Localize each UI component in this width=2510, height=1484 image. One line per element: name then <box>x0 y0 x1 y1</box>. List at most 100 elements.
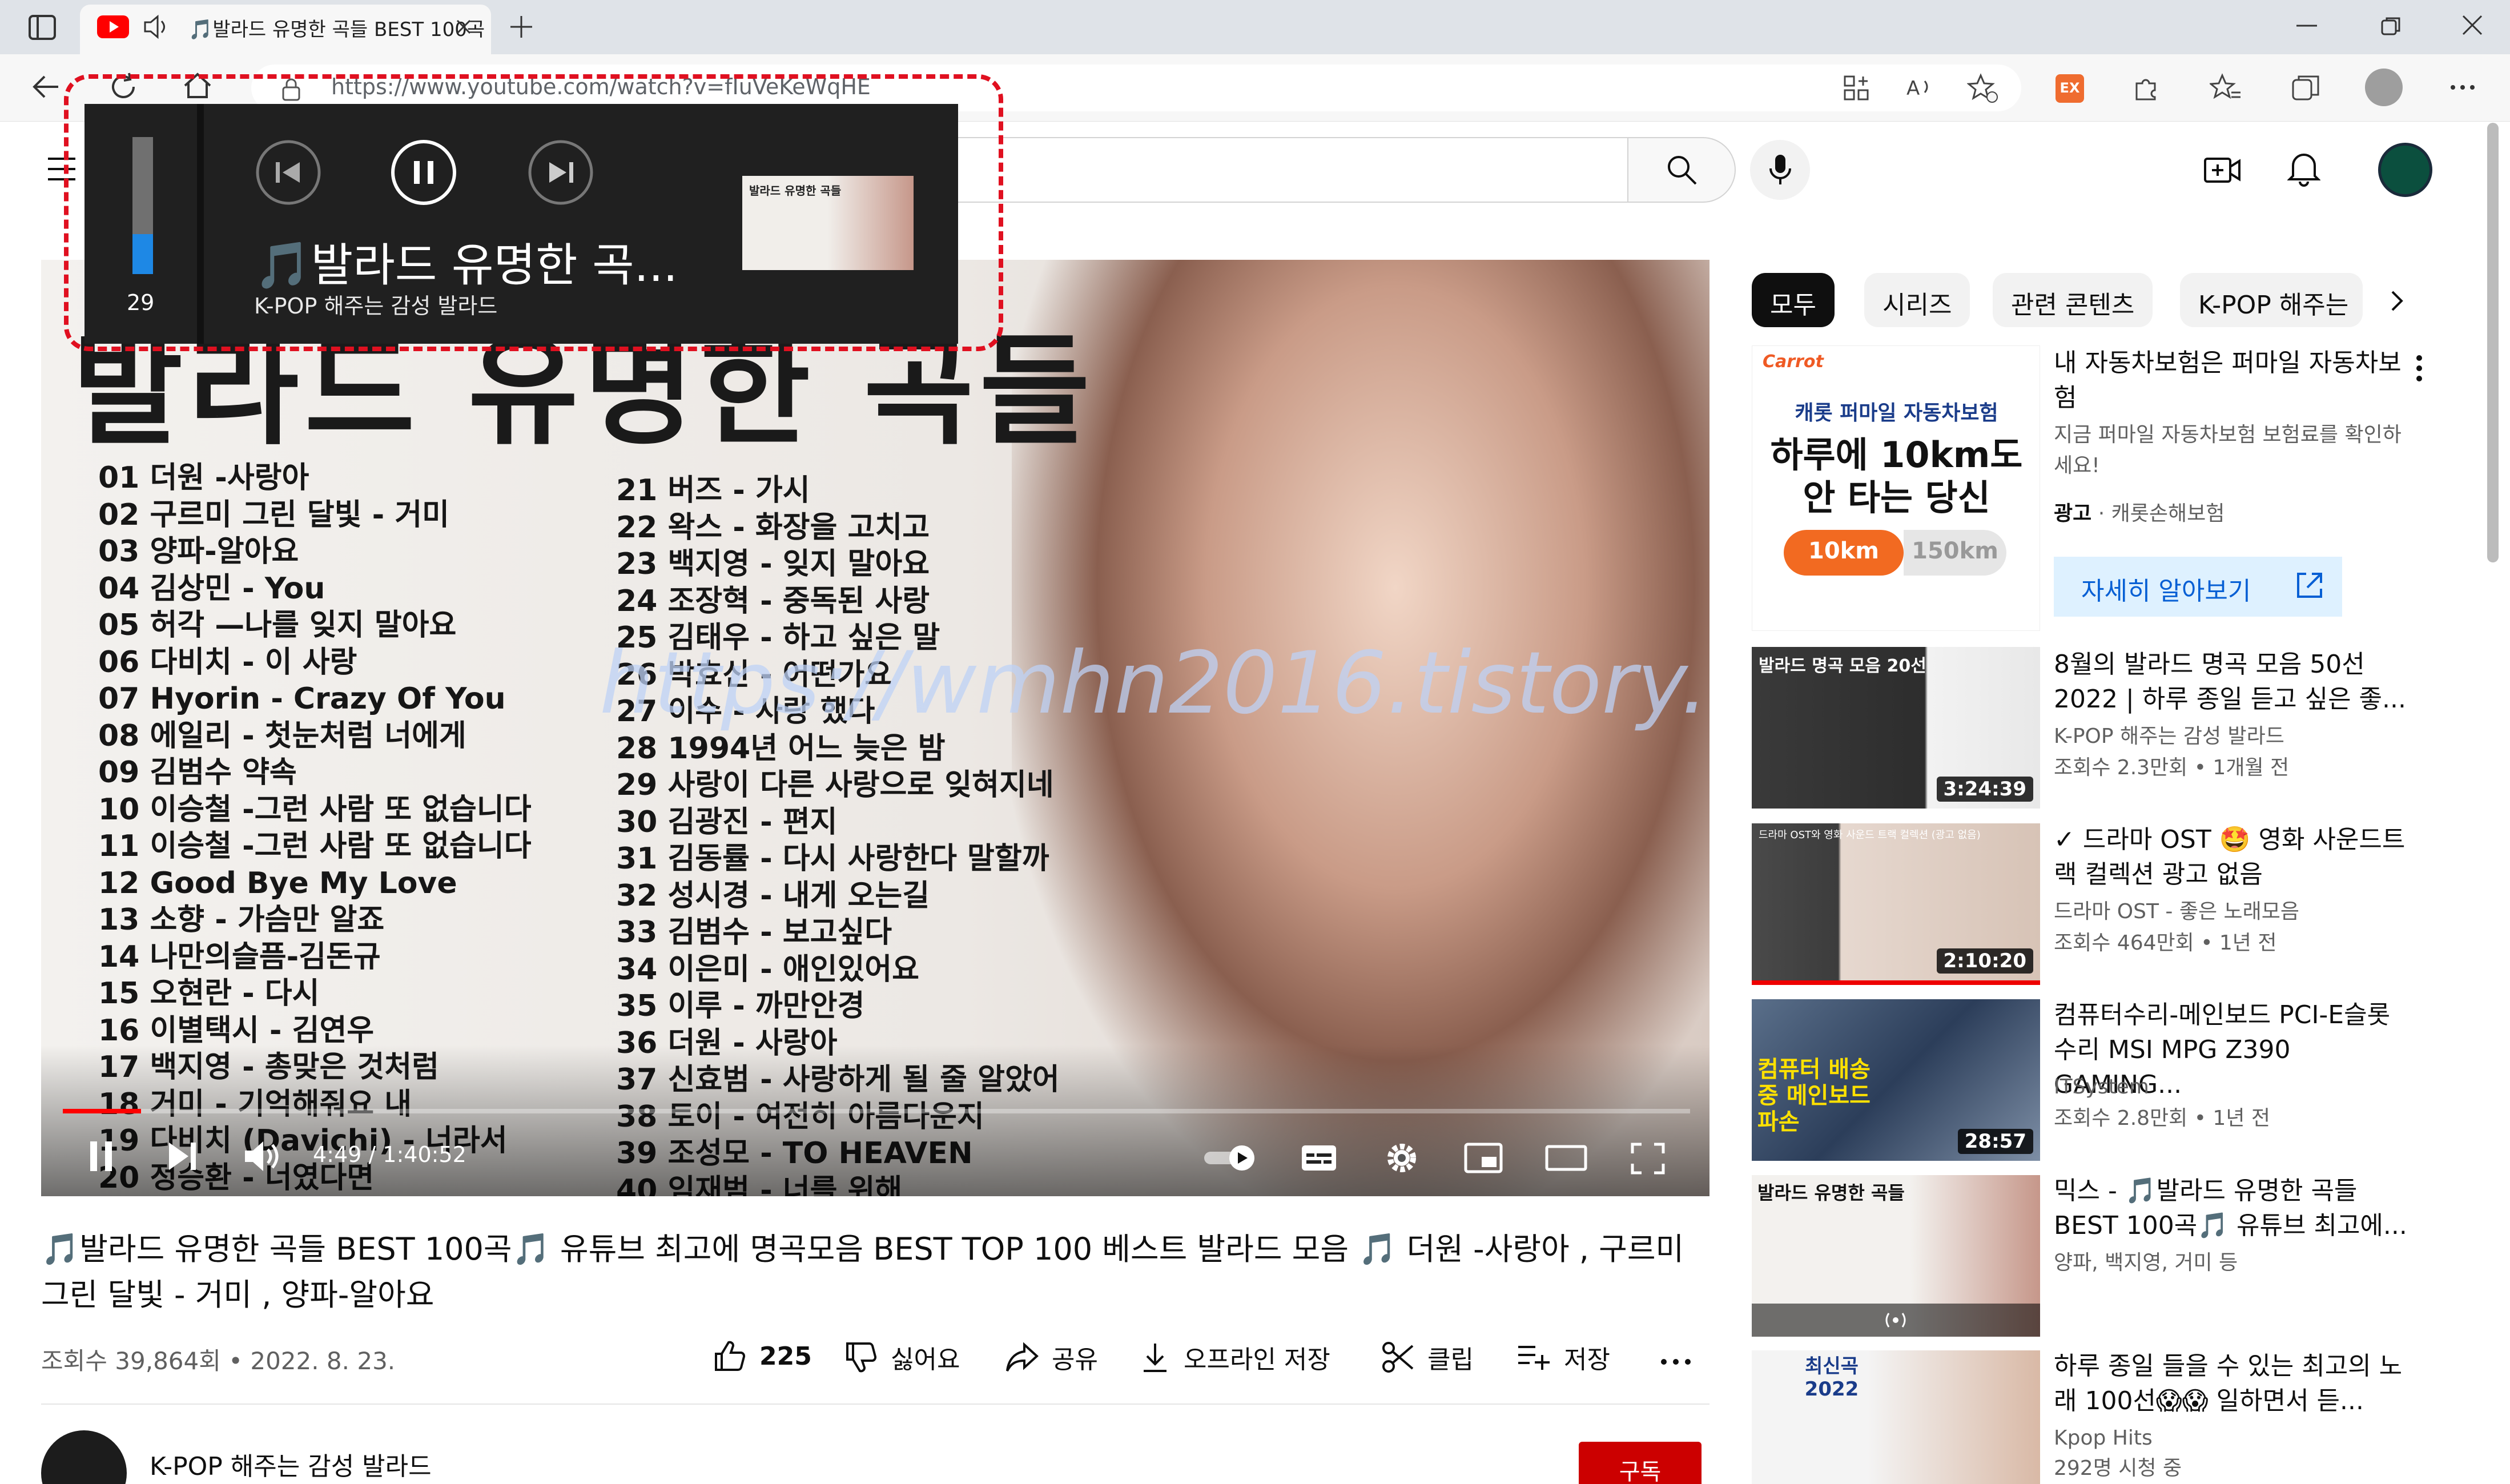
tab-close-icon[interactable] <box>454 17 473 37</box>
video-channel[interactable]: K-POP 해주는 감성 발라드 <box>2054 721 2419 752</box>
save-button[interactable]: 저장 <box>1516 1339 1610 1376</box>
song-list-item: 29 사랑이 다른 사랑으로 잊혀지네 <box>616 768 1054 802</box>
video-thumbnail-text: 컴퓨터 배송중 메인보드 파손 <box>1757 1056 1871 1135</box>
video-thumbnail[interactable]: 컴퓨터 배송중 메인보드 파손 28:57 <box>1752 999 2040 1161</box>
video-channel: 양파, 백지영, 거미 등 <box>2054 1251 2238 1274</box>
page-scrollbar[interactable] <box>2487 123 2499 562</box>
song-list-item: 06 다비치 - 이 사랑 <box>98 645 357 679</box>
profile-icon[interactable] <box>2365 69 2403 106</box>
song-list-item: 33 김범수 - 보고싶다 <box>616 915 892 950</box>
song-list-item: 28 1994년 어느 늦은 밤 <box>616 731 946 766</box>
save-label: 저장 <box>1564 1345 1610 1374</box>
dislike-button[interactable]: 싫어요 <box>844 1339 960 1376</box>
ad-label: 광고 <box>2054 502 2092 525</box>
thumbs-up-icon <box>715 1341 746 1371</box>
share-label: 공유 <box>1052 1345 1098 1374</box>
autoplay-toggle[interactable] <box>1202 1144 1259 1172</box>
download-button[interactable]: 오프라인 저장 <box>1139 1339 1330 1376</box>
ad-more-icon[interactable] <box>2415 354 2423 383</box>
annotation-dashed-box <box>64 74 1003 351</box>
ad-thumb-pill-b: 150km <box>1904 530 2006 576</box>
player-controls-gradient <box>41 1045 1709 1196</box>
settings-icon[interactable] <box>1383 1140 1420 1176</box>
video-thumbnail-text: 발라드 명곡 모음 20선 <box>1759 656 1926 676</box>
channel-name[interactable]: K-POP 해주는 감성 발라드 <box>150 1446 432 1482</box>
song-list-item: 01 더원 -사랑아 <box>98 461 309 495</box>
song-list-item: 04 김상민 - You <box>98 571 325 606</box>
song-list-item: 12 Good Bye My Love <box>98 866 457 900</box>
download-icon <box>1144 1344 1166 1372</box>
song-list-item: 21 버즈 - 가시 <box>616 473 810 508</box>
video-thumbnail[interactable]: 발라드 명곡 모음 20선 3:24:39 <box>1752 647 2040 809</box>
ad-cta-button[interactable]: 자세히 알아보기 <box>2054 557 2342 617</box>
video-channel[interactable]: 드라마 OST - 좋은 노래모음 <box>2054 896 2419 927</box>
progress-bar[interactable] <box>63 1109 1690 1113</box>
pause-icon[interactable] <box>86 1139 118 1173</box>
time-display: 4:49 / 1:40:52 <box>313 1142 466 1167</box>
extension-ex-badge[interactable]: EX <box>2056 74 2084 103</box>
ad-thumb-brand: Carrot <box>1763 352 1824 372</box>
create-video-icon[interactable] <box>2203 154 2243 186</box>
favorites-icon[interactable] <box>2210 72 2242 104</box>
back-icon[interactable] <box>30 71 62 103</box>
subtitles-icon[interactable] <box>1300 1142 1338 1174</box>
voice-search-button[interactable] <box>1750 140 1810 200</box>
minimize-icon[interactable] <box>2295 24 2318 27</box>
add-favorite-icon[interactable] <box>1967 72 1999 104</box>
dislike-label: 싫어요 <box>891 1345 960 1374</box>
close-window-icon[interactable] <box>2461 14 2484 37</box>
song-list-item: 24 조장혁 - 중독된 사랑 <box>616 584 930 618</box>
share-button[interactable]: 공유 <box>1005 1339 1098 1376</box>
clip-label: 클립 <box>1427 1345 1474 1374</box>
more-actions-icon[interactable] <box>1660 1358 1692 1366</box>
ad-title[interactable]: 내 자동차보험은 퍼마일 자동차보험 <box>2054 345 2419 415</box>
video-meta: 조회수 2.3만회 • 1개월 전 <box>2054 756 2290 779</box>
next-video-icon[interactable] <box>166 1139 200 1173</box>
restore-icon[interactable] <box>2380 15 2403 38</box>
sidebar-toggle-icon[interactable] <box>27 13 57 42</box>
settings-more-icon[interactable] <box>2448 83 2477 92</box>
video-thumbnail[interactable]: 최신곡 2022 <box>1752 1350 2040 1484</box>
video-channel[interactable]: ITSystem <box>2054 1072 2419 1103</box>
video-title[interactable]: 하루 종일 들을 수 있는 최고의 노래 100선😱😱 일하면서 듣... <box>2054 1349 2419 1418</box>
extensions-icon[interactable] <box>2130 72 2162 104</box>
song-list-item: 10 이승철 -그런 사람 또 없습니다 <box>98 792 532 827</box>
video-title[interactable]: 믹스 - 🎵발라드 유명한 곡들 BEST 100곡🎵 유튜브 최고에... <box>2054 1173 2419 1243</box>
chip-channel[interactable]: K-POP 해주는 <box>2180 273 2363 327</box>
volume-icon[interactable] <box>243 1139 283 1173</box>
miniplayer-icon[interactable] <box>1463 1142 1503 1174</box>
song-list-item: 05 허각 —나를 잊지 말아요 <box>98 608 457 642</box>
ad-cta-label: 자세히 알아보기 <box>2081 577 2251 606</box>
svg-text:A: A <box>1906 77 1920 100</box>
account-avatar[interactable] <box>2378 143 2432 197</box>
collections-icon[interactable] <box>2290 72 2322 104</box>
tab-audio-icon[interactable] <box>143 14 172 39</box>
search-button[interactable] <box>1627 137 1736 203</box>
song-list-item: 31 김동률 - 다시 사랑한다 말할까 <box>616 842 1049 876</box>
video-thumbnail-text: 발라드 유명한 곡들 <box>1757 1182 1905 1204</box>
video-meta: 조회수 464만회 • 1년 전 <box>2054 931 2277 955</box>
notifications-icon[interactable] <box>2287 150 2320 187</box>
new-tab-icon[interactable] <box>508 14 534 40</box>
video-duration: 3:24:39 <box>1936 777 2033 802</box>
video-thumbnail[interactable]: 드라마 OST와 영화 사운드 트랙 컬렉션 (광고 없음) 2:10:20 <box>1752 823 2040 985</box>
clip-button[interactable]: 클립 <box>1381 1339 1474 1376</box>
video-title[interactable]: 8월의 발라드 명곡 모음 50선 2022 | 하루 종일 듣고 싶은 좋..… <box>2054 647 2419 717</box>
chevron-right-icon[interactable] <box>2387 288 2407 313</box>
video-title[interactable]: ✓ 드라마 OST 🤩 영화 사운드트랙 컬렉션 광고 없음 <box>2054 822 2419 892</box>
song-list-item: 07 Hyorin - Crazy Of You <box>98 682 506 716</box>
song-list-item: 30 김광진 - 편지 <box>616 805 838 839</box>
chip-series[interactable]: 시리즈 <box>1864 273 1970 327</box>
subscribe-button[interactable]: 구독 <box>1579 1442 1702 1484</box>
fullscreen-icon[interactable] <box>1630 1142 1666 1175</box>
chip-related[interactable]: 관련 콘텐츠 <box>1993 273 2153 327</box>
chip-all[interactable]: 모두 <box>1752 273 1835 327</box>
app-available-icon[interactable] <box>1841 73 1871 103</box>
video-thumbnail[interactable]: 발라드 유명한 곡들 <box>1752 1175 2040 1337</box>
like-button[interactable]: 225 <box>713 1339 812 1373</box>
ad-thumbnail[interactable]: Carrot 캐롯 퍼마일 자동차보험 하루에 10km도 안 타는 당신 10… <box>1752 345 2040 631</box>
read-aloud-icon[interactable]: A <box>1904 73 1934 103</box>
video-channel[interactable]: Kpop Hits <box>2054 1423 2419 1454</box>
channel-avatar[interactable] <box>41 1430 127 1484</box>
theater-mode-icon[interactable] <box>1544 1143 1588 1173</box>
